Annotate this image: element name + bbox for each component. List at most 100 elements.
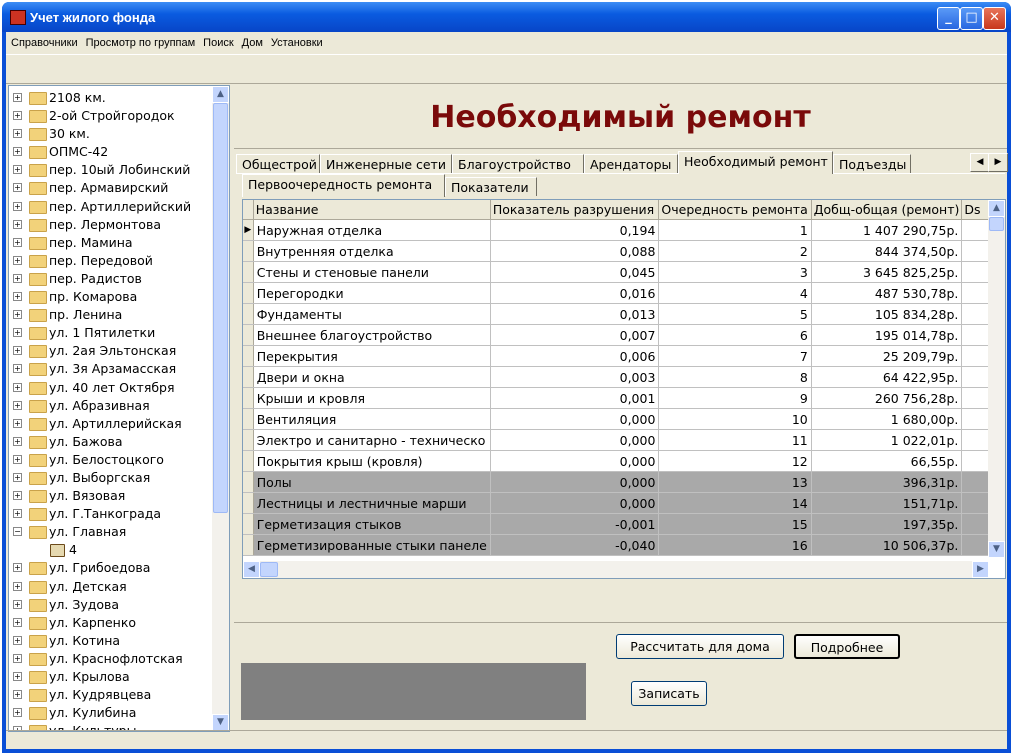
close-button[interactable]: ✕ <box>983 7 1006 30</box>
cell-order[interactable]: 12 <box>658 450 812 472</box>
tree-node[interactable]: + пер. Радистов <box>9 270 211 288</box>
column-header[interactable]: Ds <box>961 200 989 220</box>
menu-item-3[interactable]: Дом <box>237 32 266 49</box>
expand-icon[interactable]: + <box>13 129 22 139</box>
cell-damage[interactable]: 0,000 <box>490 471 660 493</box>
expand-icon[interactable]: + <box>13 581 22 591</box>
repair-table[interactable]: Название Показатель разрушения Очередность… <box>242 199 1006 579</box>
cell-damage[interactable]: 0,016 <box>490 282 660 304</box>
cell-damage[interactable]: 0,001 <box>490 387 660 409</box>
tab-4[interactable]: Необходимый ремонт <box>678 151 833 174</box>
table-row[interactable]: Перегородки 0,016 4 487 530,78р. <box>243 282 989 304</box>
cell-order[interactable]: 16 <box>658 534 812 556</box>
expand-icon[interactable]: + <box>13 454 22 464</box>
expand-icon[interactable]: + <box>13 418 22 428</box>
expand-icon[interactable]: + <box>13 617 22 627</box>
cell-ds[interactable] <box>961 387 989 409</box>
table-vscroll[interactable]: ▲ ▼ <box>988 200 1005 558</box>
tree-node[interactable]: + ул. Детская <box>9 578 211 596</box>
cell-ds[interactable] <box>961 282 989 304</box>
table-row[interactable]: Электро и санитарно - техническо 0,000 11 1… <box>243 429 989 451</box>
title-bar[interactable]: Учет жилого фонда _ □ ✕ <box>2 2 1011 32</box>
cell-order[interactable]: 13 <box>658 471 812 493</box>
cell-name[interactable]: Внутренняя отделка <box>253 240 491 262</box>
cell-cost[interactable]: 487 530,78р. <box>811 282 963 304</box>
expand-icon[interactable]: + <box>13 653 22 663</box>
tree-node[interactable]: +30 км. <box>9 125 211 143</box>
expand-icon[interactable]: + <box>13 635 22 645</box>
cell-order[interactable]: 2 <box>658 240 812 262</box>
tab-0[interactable]: Общестрой <box>236 154 320 173</box>
tree-node[interactable]: + ул. 3я Арзамасская <box>9 360 211 378</box>
menu-item-4[interactable]: Установки <box>266 32 326 49</box>
collapse-icon[interactable]: − <box>13 527 22 537</box>
cell-cost[interactable]: 3 645 825,25р. <box>811 261 963 283</box>
expand-icon[interactable]: + <box>13 183 22 193</box>
street-tree[interactable]: +2108 км. +2-ой Стройгородок +30 км. + ОПМС-… <box>8 85 230 732</box>
menu-item-2[interactable]: Поиск <box>198 32 236 49</box>
cell-order[interactable]: 8 <box>658 366 812 388</box>
expand-icon[interactable]: + <box>13 509 22 519</box>
expand-icon[interactable]: + <box>13 491 22 501</box>
cell-order[interactable]: 4 <box>658 282 812 304</box>
tab-1[interactable]: Инженерные сети <box>320 154 452 173</box>
tree-scrollbar[interactable]: ▲ ▼ <box>212 86 229 731</box>
column-header[interactable]: Очередность ремонта <box>658 200 812 220</box>
expand-icon[interactable]: + <box>13 255 22 265</box>
tree-node[interactable]: + ул. Вязовая <box>9 487 211 505</box>
tree-node[interactable]: + пер. Мамина <box>9 234 211 252</box>
cell-cost[interactable]: 1 407 290,75р. <box>811 219 963 241</box>
cell-ds[interactable] <box>961 408 989 430</box>
cell-name[interactable]: Вентиляция <box>253 408 491 430</box>
expand-icon[interactable]: + <box>13 400 22 410</box>
cell-order[interactable]: 10 <box>658 408 812 430</box>
expand-icon[interactable]: + <box>13 436 22 446</box>
tree-node[interactable]: + ул. 40 лет Октября <box>9 379 211 397</box>
cell-ds[interactable] <box>961 240 989 262</box>
tree-node[interactable]: + ул. Бажова <box>9 433 211 451</box>
scroll-up-icon[interactable]: ▲ <box>212 86 229 103</box>
cell-cost[interactable]: 844 374,50р. <box>811 240 963 262</box>
tree-node[interactable]: + ул. Котина <box>9 632 211 650</box>
tree-node[interactable]: +2108 км. <box>9 89 211 107</box>
cell-order[interactable]: 14 <box>658 492 812 514</box>
tree-node[interactable]: + ул. Кулибина <box>9 704 211 722</box>
table-row[interactable]: Двери и окна 0,003 8 64 422,95р. <box>243 366 989 388</box>
cell-cost[interactable]: 105 834,28р. <box>811 303 963 325</box>
cell-damage[interactable]: 0,000 <box>490 429 660 451</box>
tree-node[interactable]: + ул. Абразивная <box>9 397 211 415</box>
scroll-left-icon[interactable]: ◀ <box>243 561 260 578</box>
tab-3[interactable]: Арендаторы <box>584 154 678 173</box>
table-row[interactable]: Полы 0,000 13 396,31р. <box>243 471 989 493</box>
cell-order[interactable]: 6 <box>658 324 812 346</box>
expand-icon[interactable]: + <box>13 708 22 718</box>
cell-ds[interactable] <box>961 534 989 556</box>
cell-cost[interactable]: 195 014,78р. <box>811 324 963 346</box>
cell-cost[interactable]: 66,55р. <box>811 450 963 472</box>
tree-node[interactable]: + ул. Грибоедова <box>9 559 211 577</box>
table-row[interactable]: Покрытия крыш (кровля) 0,000 12 66,55р. <box>243 450 989 472</box>
minimize-button[interactable]: _ <box>937 7 960 30</box>
scroll-up-icon[interactable]: ▲ <box>988 200 1005 217</box>
expand-icon[interactable]: + <box>13 346 22 356</box>
expand-icon[interactable]: + <box>13 690 22 700</box>
table-row[interactable]: Лестницы и лестничные марши 0,000 14 151,71… <box>243 492 989 514</box>
cell-order[interactable]: 15 <box>658 513 812 535</box>
cell-damage[interactable]: 0,003 <box>490 366 660 388</box>
cell-damage[interactable]: -0,001 <box>490 513 660 535</box>
menu-item-0[interactable]: Справочники <box>6 32 81 49</box>
cell-ds[interactable] <box>961 345 989 367</box>
menu-item-1[interactable]: Просмотр по группам <box>81 32 199 49</box>
cell-name[interactable]: Наружная отделка <box>253 219 491 241</box>
cell-cost[interactable]: 197,35р. <box>811 513 963 535</box>
tree-node[interactable]: + ул. Крылова <box>9 668 211 686</box>
tree-node[interactable]: + пер. Передовой <box>9 252 211 270</box>
expand-icon[interactable]: + <box>13 310 22 320</box>
tree-node[interactable]: + пер. 10ый Лобинский <box>9 161 211 179</box>
scroll-thumb[interactable] <box>213 103 228 513</box>
tree-node[interactable]: + ул. 2ая Эльтонская <box>9 342 211 360</box>
maximize-button[interactable]: □ <box>960 7 983 30</box>
tree-node[interactable]: + пер. Лермонтова <box>9 216 211 234</box>
cell-ds[interactable] <box>961 303 989 325</box>
tree-node[interactable]: + пер. Артиллерийский <box>9 198 211 216</box>
